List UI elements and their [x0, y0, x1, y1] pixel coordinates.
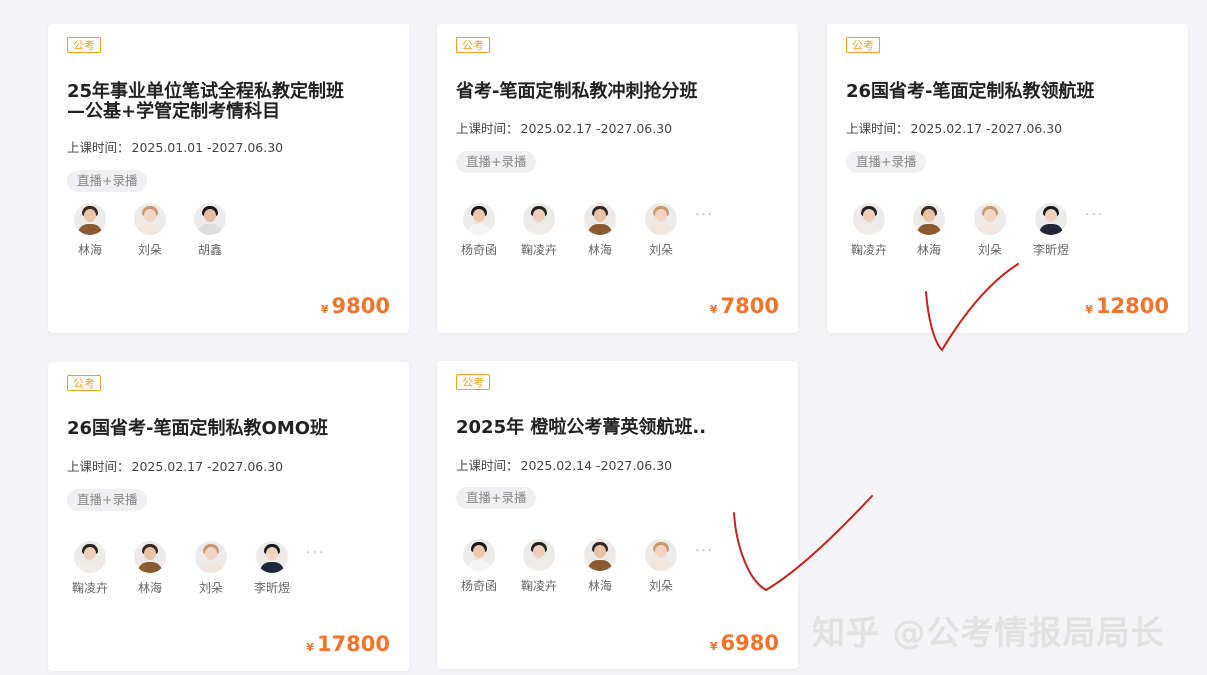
- watermark: 知乎 @公考情报局局长: [812, 613, 1165, 652]
- class-time: 上课时间： 2025.02.17 -2027.06.30: [846, 121, 1063, 136]
- teacher: 刘朵: [636, 539, 686, 594]
- course-title: 25年事业单位笔试全程私教定制班 —公基+学管定制考情科目: [67, 81, 345, 122]
- more-teachers-icon[interactable]: ···: [306, 545, 325, 561]
- teacher: 林海: [125, 541, 175, 596]
- teacher-avatar: [74, 541, 106, 573]
- course-title: 省考-笔面定制私教冲刺抢分班: [456, 81, 698, 102]
- teacher-avatar: [194, 203, 226, 235]
- teacher: 杨奇函: [454, 203, 504, 258]
- teacher-avatar: [584, 539, 616, 571]
- more-teachers-icon[interactable]: ···: [695, 543, 714, 559]
- teacher-avatar: [853, 203, 885, 235]
- teacher: 鞠凌卉: [514, 203, 564, 258]
- teacher: 鞠凌卉: [514, 539, 564, 594]
- price: ¥17800: [306, 632, 390, 656]
- teacher: 林海: [575, 539, 625, 594]
- class-time: 上课时间： 2025.02.17 -2027.06.30: [456, 121, 673, 136]
- course-card-2[interactable]: 公考 省考-笔面定制私教冲刺抢分班 上课时间： 2025.02.17 -2027.…: [437, 24, 798, 333]
- teacher-avatar: [913, 203, 945, 235]
- teacher-avatar: [463, 203, 495, 235]
- teacher-avatar: [256, 541, 288, 573]
- class-time: 上课时间： 2025.02.17 -2027.06.30: [67, 459, 284, 474]
- teacher: 刘朵: [965, 203, 1015, 258]
- course-title: 26国省考-笔面定制私教领航班: [846, 81, 1095, 102]
- teacher: 李昕煜: [247, 541, 297, 596]
- category-badge: 公考: [456, 374, 490, 390]
- teacher-avatar: [134, 541, 166, 573]
- more-teachers-icon[interactable]: ···: [1085, 207, 1104, 223]
- course-card-3[interactable]: 公考 26国省考-笔面定制私教领航班 上课时间： 2025.02.17 -2027…: [827, 24, 1188, 333]
- teacher: 林海: [904, 203, 954, 258]
- teacher: 林海: [65, 203, 115, 258]
- course-card-4[interactable]: 公考 26国省考-笔面定制私教OMO班 上课时间： 2025.02.17 -202…: [48, 362, 409, 671]
- teacher: 李昕煜: [1026, 203, 1076, 258]
- teacher-avatar: [134, 203, 166, 235]
- teacher-avatar: [974, 203, 1006, 235]
- course-card-1[interactable]: 公考 25年事业单位笔试全程私教定制班 —公基+学管定制考情科目 上课时间： 20…: [48, 24, 409, 333]
- teacher-avatar: [523, 203, 555, 235]
- teacher-avatar: [645, 203, 677, 235]
- mode-tag: 直播+录播: [846, 151, 927, 173]
- mode-tag: 直播+录播: [67, 489, 148, 511]
- teacher: 杨奇函: [454, 539, 504, 594]
- course-title: 2025年 橙啦公考菁英领航班..: [456, 417, 707, 438]
- class-time: 上课时间： 2025.01.01 -2027.06.30: [67, 140, 284, 155]
- teacher: 林海: [575, 203, 625, 258]
- teacher-avatar: [645, 539, 677, 571]
- teacher: 刘朵: [636, 203, 686, 258]
- class-time: 上课时间： 2025.02.14 -2027.06.30: [456, 458, 673, 473]
- price: ¥9800: [320, 294, 390, 318]
- course-title: 26国省考-笔面定制私教OMO班: [67, 418, 329, 439]
- teacher-avatar: [195, 541, 227, 573]
- mode-tag: 直播+录播: [456, 487, 537, 509]
- teacher: 鞠凌卉: [844, 203, 894, 258]
- teacher: 胡鑫: [185, 203, 235, 258]
- mode-tag: 直播+录播: [456, 151, 537, 173]
- teacher-avatar: [1035, 203, 1067, 235]
- teacher: 刘朵: [186, 541, 236, 596]
- course-card-5[interactable]: 公考 2025年 橙啦公考菁英领航班.. 上课时间： 2025.02.14 -20…: [437, 361, 798, 669]
- price: ¥12800: [1085, 294, 1169, 318]
- mode-tag: 直播+录播: [67, 170, 148, 192]
- category-badge: 公考: [846, 37, 880, 53]
- teacher-avatar: [463, 539, 495, 571]
- teacher-avatar: [74, 203, 106, 235]
- teacher-avatar: [523, 539, 555, 571]
- price: ¥6980: [709, 631, 779, 655]
- teacher: 刘朵: [125, 203, 175, 258]
- more-teachers-icon[interactable]: ···: [695, 207, 714, 223]
- teacher: 鞠凌卉: [65, 541, 115, 596]
- category-badge: 公考: [67, 37, 101, 53]
- price: ¥7800: [709, 294, 779, 318]
- category-badge: 公考: [456, 37, 490, 53]
- teacher-avatar: [584, 203, 616, 235]
- category-badge: 公考: [67, 375, 101, 391]
